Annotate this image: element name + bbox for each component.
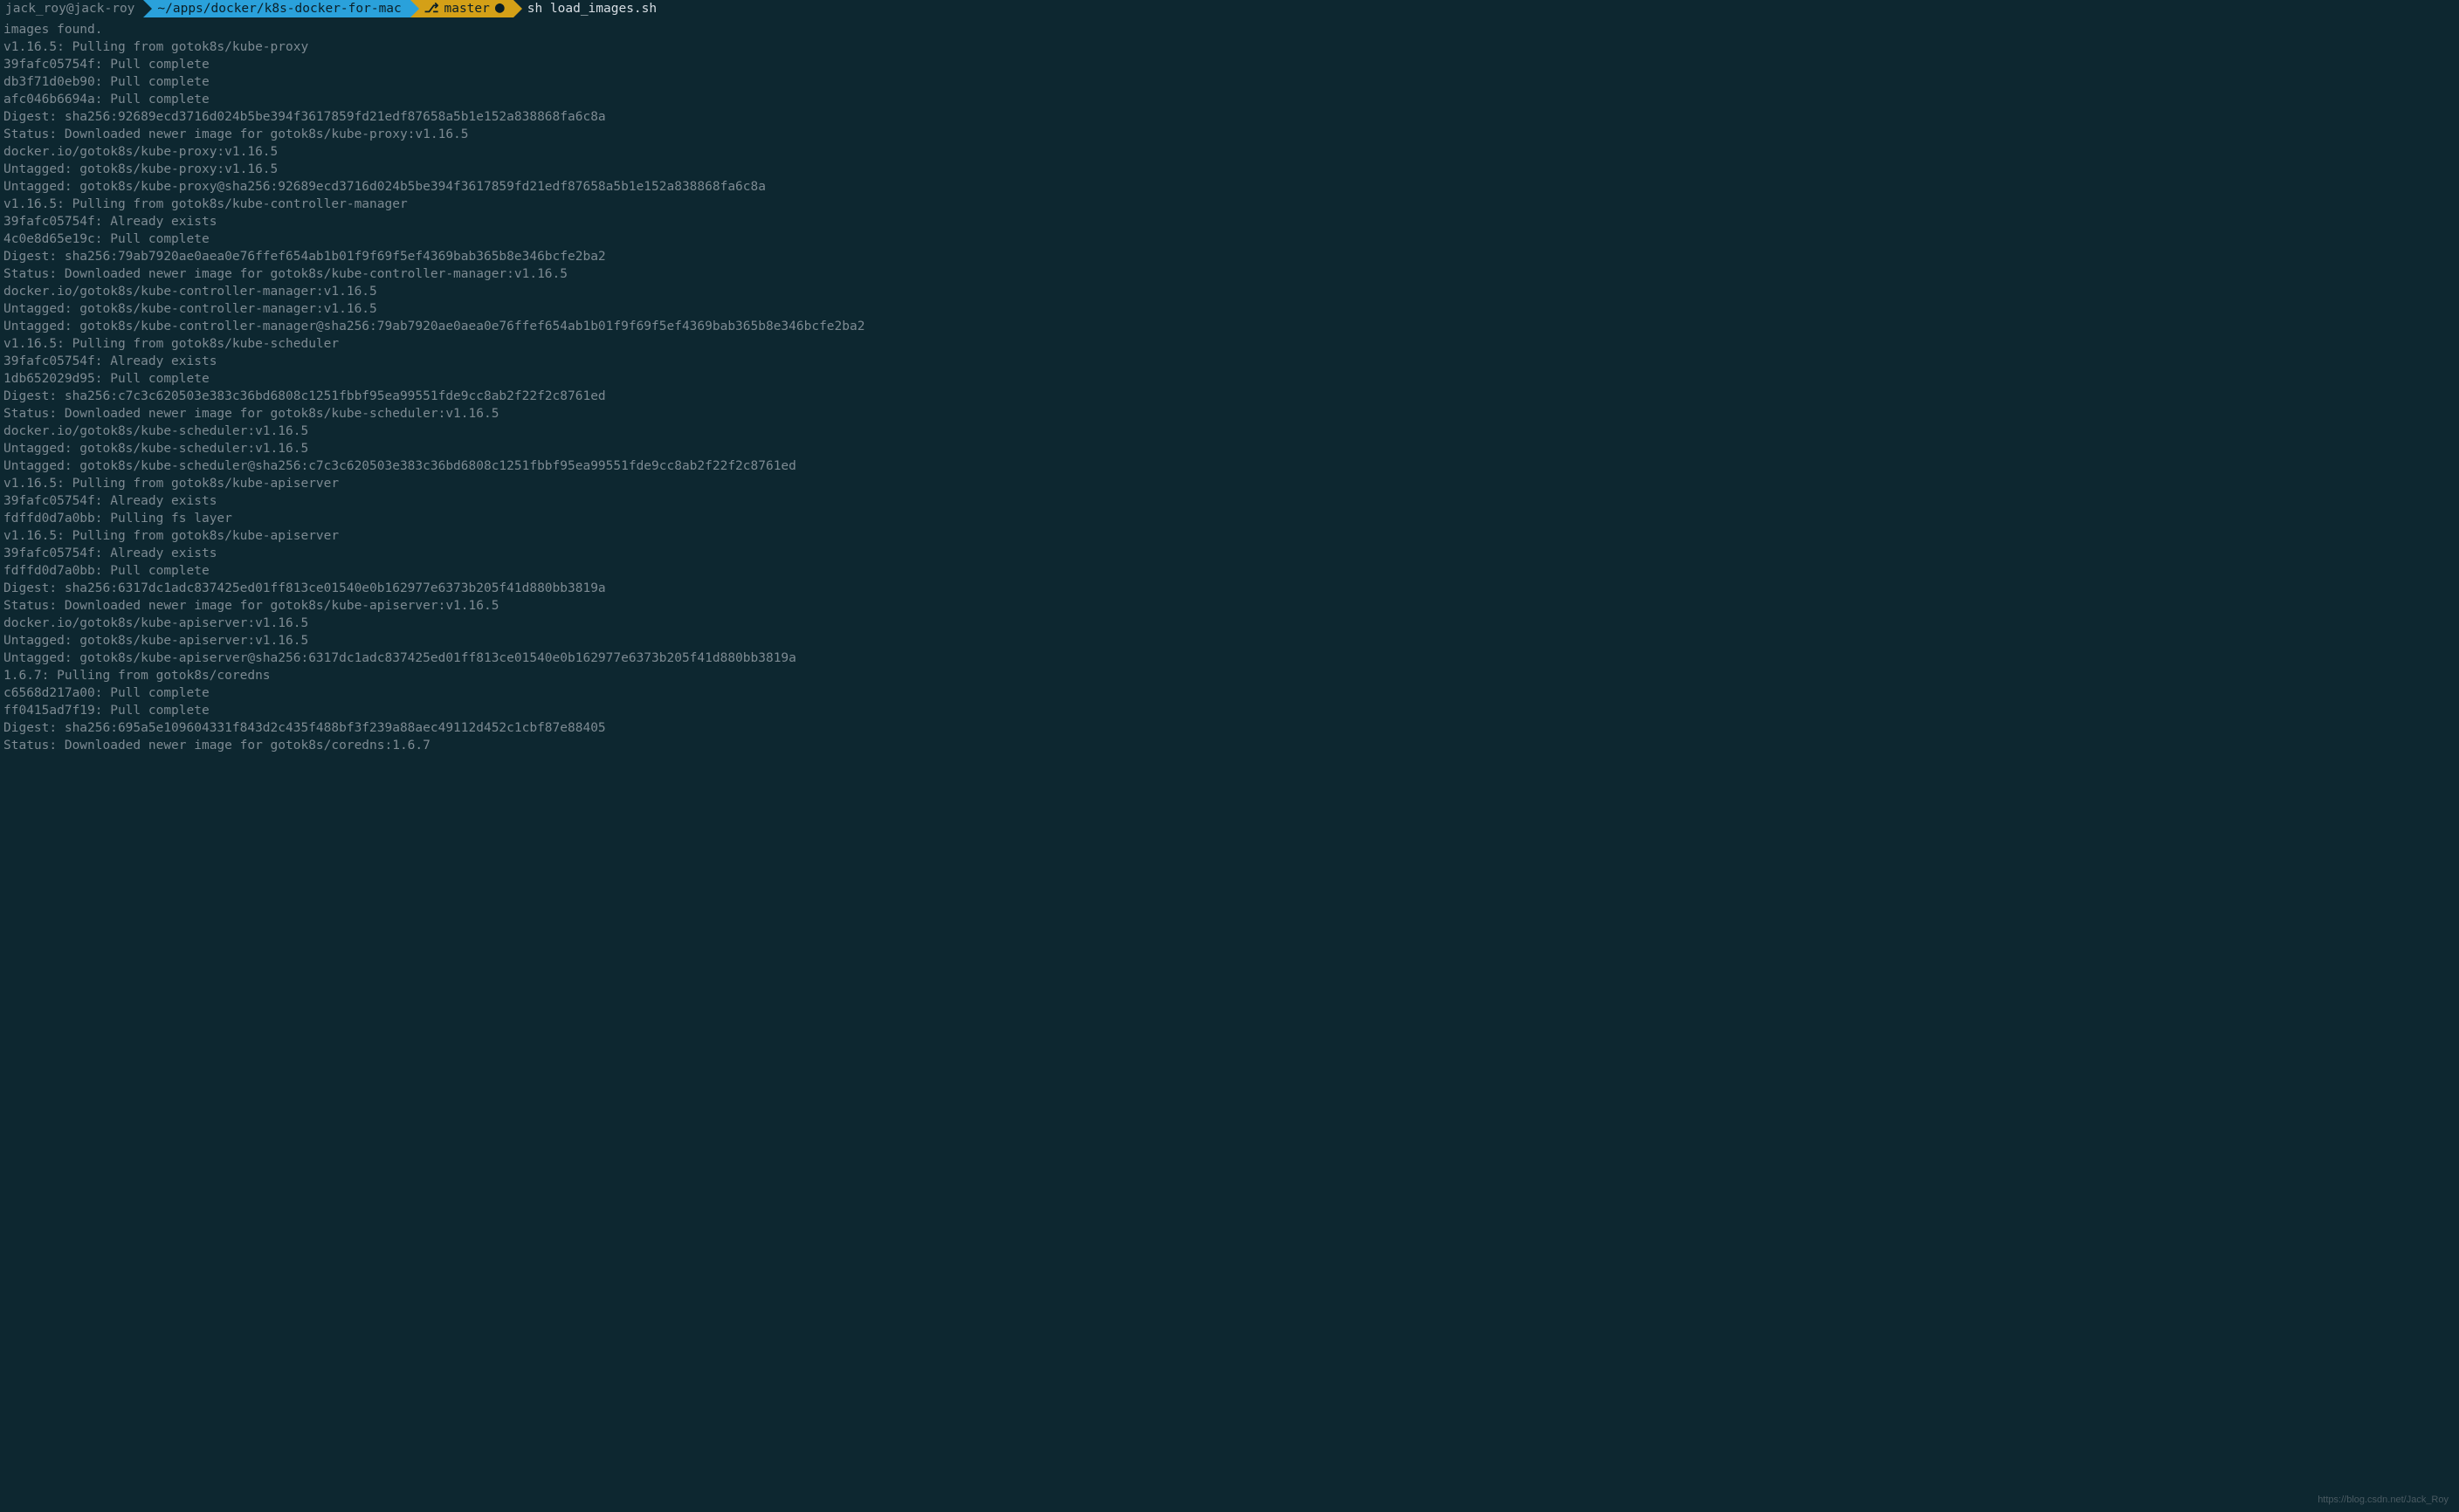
prompt-git-branch: ⎇ master ● bbox=[410, 0, 513, 17]
watermark: https://blog.csdn.net/Jack_Roy bbox=[2318, 1494, 2449, 1507]
git-branch-icon: ⎇ bbox=[424, 0, 439, 17]
terminal[interactable]: jack_roy@jack-roy ~/apps/docker/k8s-dock… bbox=[0, 0, 2459, 754]
prompt-line: jack_roy@jack-roy ~/apps/docker/k8s-dock… bbox=[0, 0, 2459, 17]
git-branch-name: master bbox=[444, 0, 489, 17]
git-dirty-indicator-icon: ● bbox=[495, 0, 505, 16]
prompt-path: ~/apps/docker/k8s-docker-for-mac bbox=[143, 0, 410, 17]
prompt-user-host: jack_roy@jack-roy bbox=[0, 0, 143, 17]
prompt-command: sh load_images.sh bbox=[513, 0, 665, 17]
terminal-output: images found. v1.16.5: Pulling from goto… bbox=[0, 19, 2459, 754]
